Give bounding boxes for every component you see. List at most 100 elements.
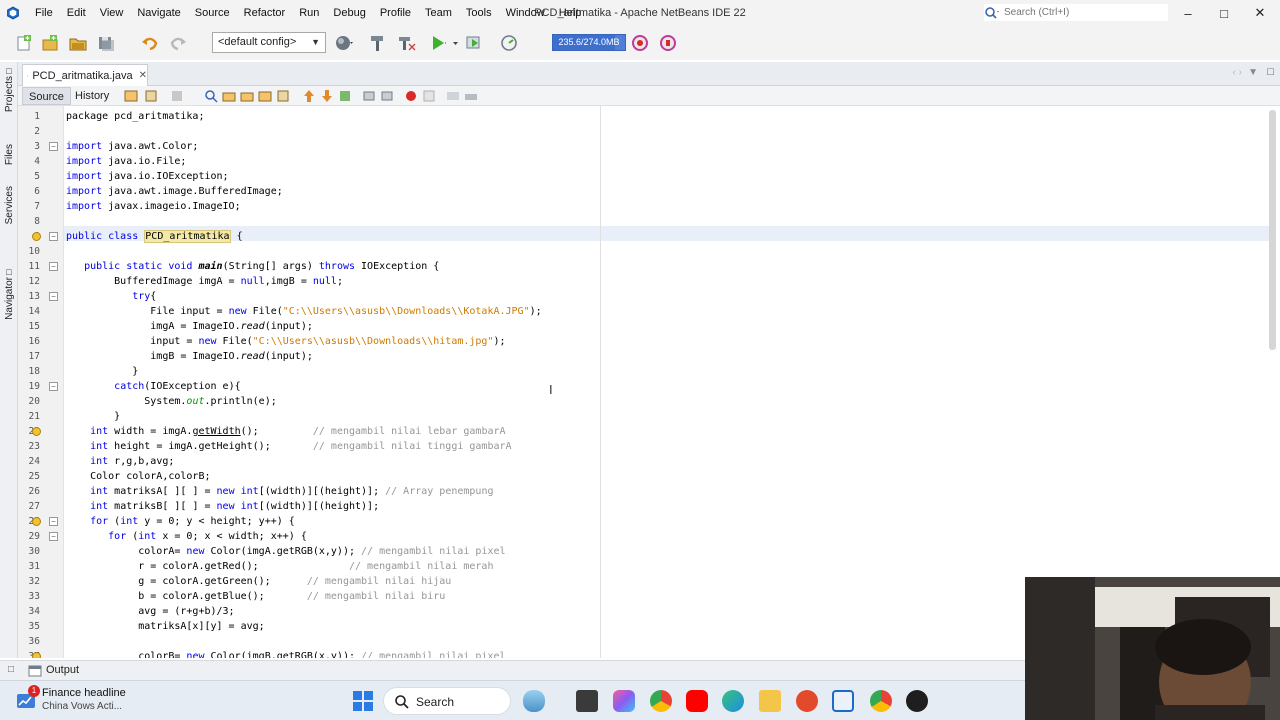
fold-toggle-icon[interactable]: − bbox=[49, 262, 58, 271]
fold-toggle-icon[interactable]: − bbox=[49, 292, 58, 301]
code-line[interactable]: BufferedImage imgA = null,imgB = null; bbox=[66, 274, 343, 289]
sidebar-tab-navigator[interactable]: □ Navigator bbox=[1, 267, 17, 320]
youtube-icon[interactable] bbox=[686, 690, 708, 712]
ide-search-input[interactable] bbox=[1004, 7, 1154, 18]
code-line[interactable]: b = colorA.getBlue(); // mengambil nilai… bbox=[66, 589, 445, 604]
code-line[interactable]: File input = new File("C:\\Users\\asusb\… bbox=[66, 304, 541, 319]
code-line[interactable]: public static void main(String[] args) t… bbox=[66, 259, 439, 274]
clean-build-icon[interactable] bbox=[397, 33, 417, 53]
lightbulb-hint-icon[interactable] bbox=[32, 427, 41, 436]
run-dropdown-icon[interactable] bbox=[446, 33, 466, 53]
maximize-editor-icon[interactable]: □ bbox=[1267, 66, 1274, 78]
profile-project-icon[interactable] bbox=[500, 33, 520, 53]
code-line[interactable]: imgB = ImageIO.read(input); bbox=[66, 349, 313, 364]
code-line[interactable]: package pcd_aritmatika; bbox=[66, 109, 204, 124]
minimize-button[interactable]: – bbox=[1170, 0, 1206, 26]
menu-debug[interactable]: Debug bbox=[326, 0, 372, 26]
code-line[interactable]: for (int y = 0; y < height; y++) { bbox=[66, 514, 295, 529]
code-line[interactable]: r = colorA.getRed(); // mengambil nilai … bbox=[66, 559, 493, 574]
build-hammer-icon[interactable] bbox=[368, 33, 388, 53]
tab-pcd-aritmatika-java[interactable]: PCD_aritmatika.java ✕ bbox=[22, 64, 148, 86]
github-icon[interactable] bbox=[906, 690, 928, 712]
code-line[interactable]: g = colorA.getGreen(); // mengambil nila… bbox=[66, 574, 451, 589]
code-line[interactable]: int r,g,b,avg; bbox=[66, 454, 174, 469]
sidebar-tab-files[interactable]: Files bbox=[1, 144, 17, 165]
find-selection-icon[interactable] bbox=[204, 89, 218, 103]
code-line[interactable]: try{ bbox=[66, 289, 156, 304]
memory-usage-bar[interactable]: 235.6/274.0MB bbox=[552, 34, 626, 51]
menu-navigate[interactable]: Navigate bbox=[130, 0, 187, 26]
code-line[interactable]: System.out.println(e); bbox=[66, 394, 276, 409]
fold-toggle-icon[interactable]: − bbox=[49, 232, 58, 241]
code-line[interactable]: int matriksA[ ][ ] = new int[(width)][(h… bbox=[66, 484, 493, 499]
start-macro-recording-icon[interactable] bbox=[404, 89, 418, 103]
menu-team[interactable]: Team bbox=[418, 0, 459, 26]
menu-tools[interactable]: Tools bbox=[459, 0, 499, 26]
run-project-icon[interactable] bbox=[428, 33, 448, 53]
code-line[interactable]: avg = (r+g+b)/3; bbox=[66, 604, 234, 619]
code-line[interactable]: import java.io.File; bbox=[66, 154, 186, 169]
menu-refactor[interactable]: Refactor bbox=[237, 0, 293, 26]
code-line[interactable]: imgA = ImageIO.read(input); bbox=[66, 319, 313, 334]
code-line[interactable]: matriksA[x][y] = avg; bbox=[66, 619, 264, 634]
code-line[interactable]: Color colorA,colorB; bbox=[66, 469, 210, 484]
code-line[interactable]: import javax.imageio.ImageIO; bbox=[66, 199, 241, 214]
fold-toggle-icon[interactable]: − bbox=[49, 142, 58, 151]
globe-run-icon[interactable] bbox=[334, 33, 354, 53]
config-dropdown[interactable]: <default config> ▼ bbox=[212, 32, 326, 53]
forward-icon[interactable] bbox=[170, 89, 184, 103]
code-line[interactable]: catch(IOException e){ bbox=[66, 379, 240, 394]
lightbulb-hint-icon[interactable] bbox=[32, 232, 41, 241]
back-icon[interactable] bbox=[144, 89, 158, 103]
ide-search-box[interactable] bbox=[984, 4, 1168, 21]
code-line[interactable]: input = new File("C:\\Users\\asusb\\Down… bbox=[66, 334, 505, 349]
windows-start-icon[interactable] bbox=[352, 690, 374, 712]
menu-file[interactable]: File bbox=[28, 0, 60, 26]
fold-toggle-icon[interactable]: − bbox=[49, 382, 58, 391]
netbeans-taskbar-icon[interactable] bbox=[832, 690, 854, 712]
snapshot-profiler-icon[interactable] bbox=[658, 33, 678, 53]
gc-profiler-icon[interactable] bbox=[630, 33, 650, 53]
save-all-icon[interactable] bbox=[96, 33, 116, 53]
code-line[interactable]: import java.awt.image.BufferedImage; bbox=[66, 184, 283, 199]
menu-edit[interactable]: Edit bbox=[60, 0, 93, 26]
toggle-highlight-icon[interactable] bbox=[258, 89, 272, 103]
find-next-icon[interactable] bbox=[240, 89, 254, 103]
menu-profile[interactable]: Profile bbox=[373, 0, 418, 26]
tab-list-dropdown-icon[interactable]: ▼ bbox=[1248, 67, 1258, 78]
lightbulb-hint-icon[interactable] bbox=[32, 652, 41, 658]
stop-macro-recording-icon[interactable] bbox=[422, 89, 436, 103]
code-line[interactable]: colorA= new Color(imgA.getRGB(x,y)); // … bbox=[66, 544, 505, 559]
find-previous-icon[interactable] bbox=[222, 89, 236, 103]
menu-help[interactable]: Help bbox=[552, 0, 589, 26]
menu-source[interactable]: Source bbox=[188, 0, 237, 26]
code-line[interactable]: int width = imgA.getWidth(); // mengambi… bbox=[66, 424, 505, 439]
menu-window[interactable]: Window bbox=[499, 0, 552, 26]
code-line[interactable]: } bbox=[66, 364, 138, 379]
tab-history[interactable]: History bbox=[69, 87, 115, 105]
close-window-button[interactable]: ✕ bbox=[1242, 0, 1278, 26]
shift-left-icon[interactable] bbox=[362, 89, 376, 103]
code-line[interactable]: import java.awt.Color; bbox=[66, 139, 198, 154]
window-restore-icon[interactable]: □ bbox=[8, 664, 14, 675]
code-editor[interactable]: 123−456789−1011−1213−141516171819−202122… bbox=[18, 106, 1280, 658]
widget-landscape-icon[interactable] bbox=[523, 690, 545, 712]
comment-icon[interactable] bbox=[446, 89, 460, 103]
code-line[interactable]: int height = imgA.getHeight(); // mengam… bbox=[66, 439, 511, 454]
chrome-profile-icon[interactable] bbox=[870, 690, 892, 712]
editor-vertical-scrollbar[interactable] bbox=[1269, 110, 1276, 350]
code-line[interactable]: import java.io.IOException; bbox=[66, 169, 229, 184]
code-line[interactable]: public class PCD_aritmatika { bbox=[66, 229, 243, 244]
sidebar-tab-projects[interactable]: □ Projects bbox=[1, 66, 17, 112]
undo-icon[interactable] bbox=[140, 33, 160, 53]
close-tab-icon[interactable]: ✕ bbox=[139, 70, 147, 81]
new-project-icon[interactable] bbox=[40, 33, 60, 53]
menu-run[interactable]: Run bbox=[292, 0, 326, 26]
code-line[interactable]: } bbox=[66, 409, 120, 424]
fold-toggle-icon[interactable]: − bbox=[49, 517, 58, 526]
maximize-button[interactable]: □ bbox=[1206, 0, 1242, 26]
tab-scroll-left-icon[interactable]: ‹ › bbox=[1233, 67, 1242, 78]
sidebar-tab-services[interactable]: Services bbox=[1, 186, 17, 224]
new-file-icon[interactable] bbox=[14, 33, 34, 53]
last-edit-icon[interactable] bbox=[124, 89, 138, 103]
